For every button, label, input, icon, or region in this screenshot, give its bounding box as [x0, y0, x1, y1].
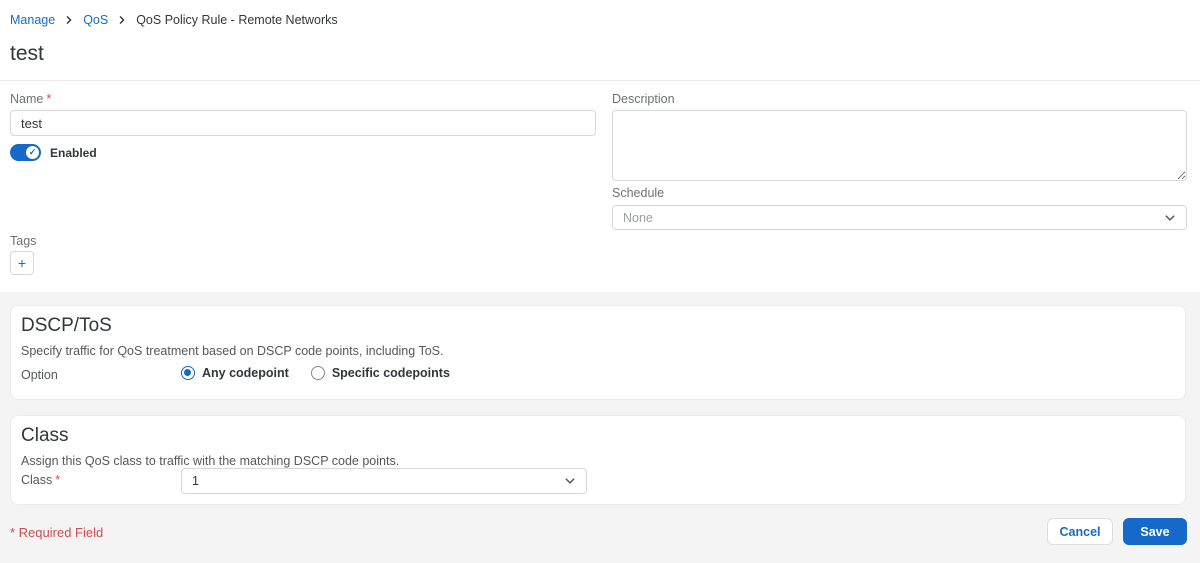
radio-any-codepoint[interactable]: Any codepoint [181, 366, 289, 380]
radio-any-codepoint-label: Any codepoint [202, 366, 289, 380]
required-asterisk: * [55, 473, 61, 487]
schedule-select[interactable]: None [612, 205, 1187, 230]
enabled-toggle[interactable]: ✓ [10, 144, 41, 161]
radio-specific-codepoints[interactable]: Specific codepoints [310, 366, 450, 380]
radio-unselected-icon [310, 366, 325, 380]
schedule-label: Schedule [612, 186, 665, 200]
name-input[interactable] [10, 110, 596, 136]
enabled-toggle-row: ✓ Enabled [10, 144, 97, 161]
chevron-right-icon [117, 15, 127, 25]
class-select[interactable]: 1 [181, 468, 587, 494]
cancel-button[interactable]: Cancel [1047, 518, 1113, 545]
content-band: DSCP/ToS Specify traffic for QoS treatme… [0, 292, 1200, 563]
name-label: Name * [10, 92, 51, 106]
tags-label: Tags [10, 234, 37, 248]
required-asterisk: * [46, 92, 52, 106]
option-label: Option [21, 368, 58, 382]
add-tag-button[interactable]: + [10, 251, 34, 275]
class-section: Class Assign this QoS class to traffic w… [10, 415, 1186, 505]
description-label: Description [612, 92, 675, 106]
name-label-text: Name [10, 92, 44, 106]
check-icon: ✓ [26, 146, 39, 159]
page-title: test [10, 42, 44, 65]
schedule-select-value: None [623, 210, 653, 225]
class-section-title: Class [21, 425, 69, 446]
enabled-label: Enabled [50, 145, 97, 160]
description-textarea[interactable] [612, 110, 1187, 181]
breadcrumb-link-qos[interactable]: QoS [83, 13, 108, 27]
class-section-subtitle: Assign this QoS class to traffic with th… [21, 454, 400, 468]
divider [0, 80, 1200, 81]
class-field-label-text: Class [21, 473, 53, 487]
plus-icon: + [17, 255, 27, 271]
dscp-tos-section: DSCP/ToS Specify traffic for QoS treatme… [10, 305, 1186, 400]
dscp-option-radio-group: Any codepoint Specific codepoints [181, 366, 450, 380]
breadcrumb-link-manage[interactable]: Manage [10, 13, 55, 27]
radio-specific-codepoints-label: Specific codepoints [331, 366, 450, 380]
chevron-right-icon [64, 15, 74, 25]
chevron-down-icon [564, 475, 576, 487]
class-field-label: Class * [21, 473, 60, 487]
dscp-section-title: DSCP/ToS [21, 315, 112, 336]
breadcrumb: Manage QoS QoS Policy Rule - Remote Netw… [10, 13, 338, 27]
breadcrumb-current: QoS Policy Rule - Remote Networks [136, 13, 338, 27]
class-select-value: 1 [192, 474, 199, 488]
dscp-section-subtitle: Specify traffic for QoS treatment based … [21, 344, 444, 358]
radio-selected-icon [181, 366, 195, 380]
chevron-down-icon [1164, 212, 1176, 224]
save-button[interactable]: Save [1123, 518, 1187, 545]
required-field-note: * Required Field [10, 525, 104, 540]
